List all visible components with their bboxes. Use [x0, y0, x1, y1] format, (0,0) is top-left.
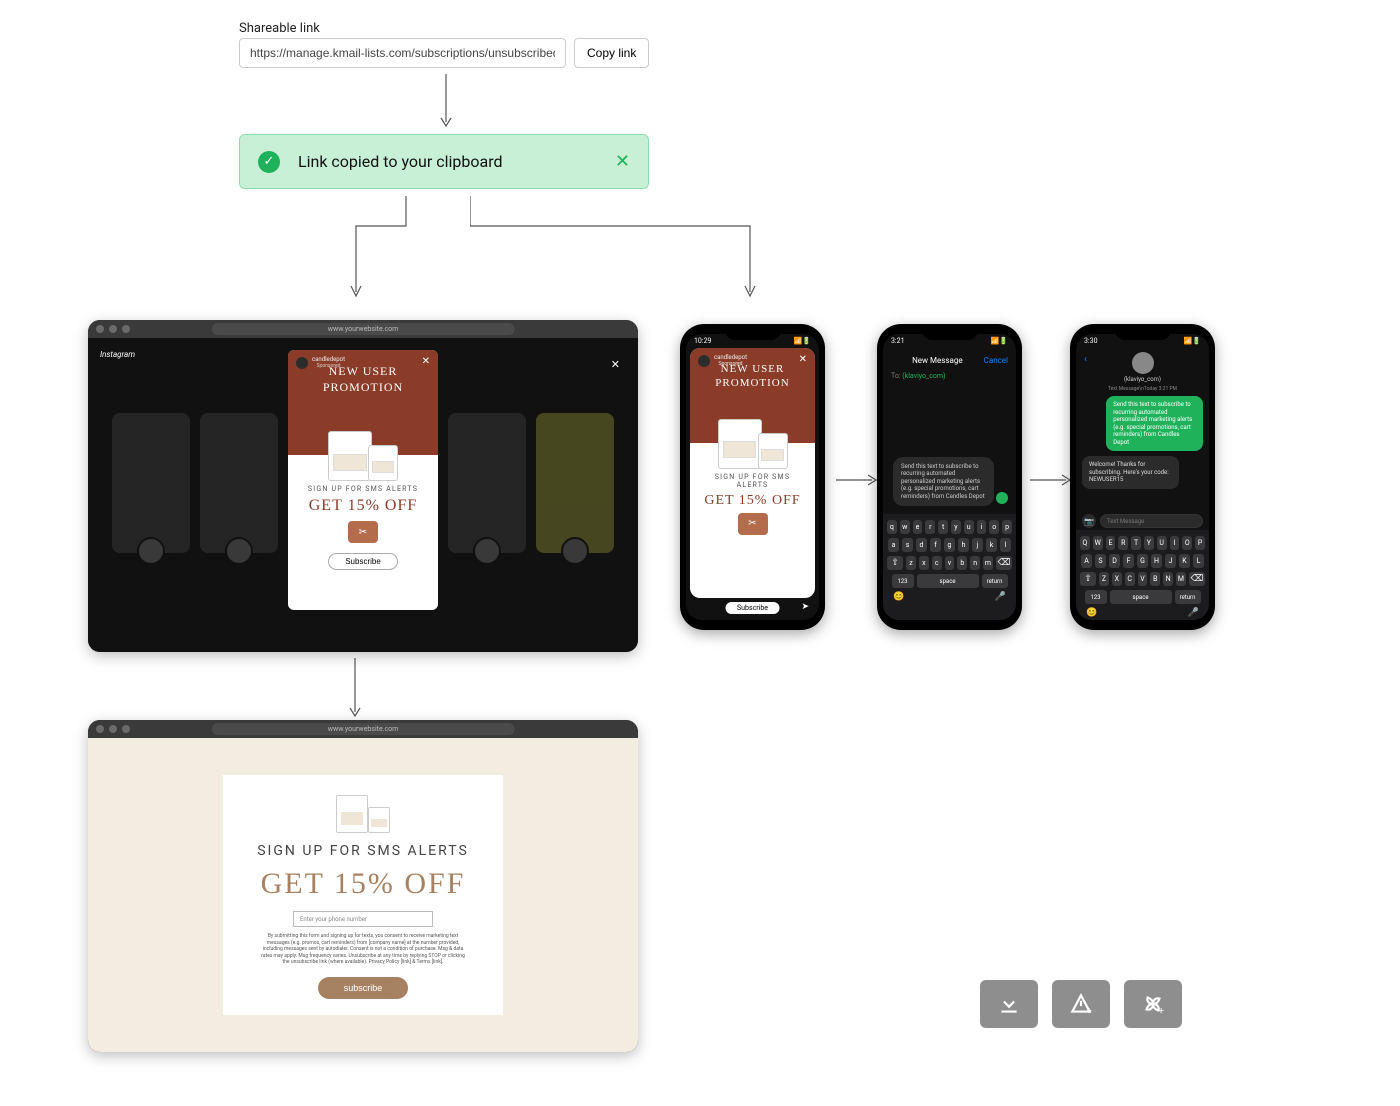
promo-card: candledepotSponsored ✕ NEW USERPROMOTION… [690, 348, 815, 598]
camera-icon[interactable]: 📷 [1082, 514, 1096, 528]
instagram-label: Instagram [100, 350, 135, 359]
story-tile[interactable] [448, 413, 526, 553]
cancel-button[interactable]: Cancel [984, 356, 1008, 365]
arrow-link-to-toast [440, 74, 452, 130]
subscribe-button[interactable]: Subscribe [725, 602, 780, 614]
to-line: To: (klaviyo_com) [891, 372, 945, 380]
svg-text:+: + [1086, 1006, 1092, 1017]
coupon-icon: ✂ [348, 521, 378, 543]
candle-image [336, 793, 390, 833]
close-icon[interactable]: ✕ [799, 354, 807, 365]
brand-row: candledepotSponsored [296, 356, 345, 369]
landing-card: SIGN UP FOR SMS ALERTS GET 15% OFF Enter… [223, 775, 503, 1015]
close-icon[interactable]: ✕ [422, 356, 430, 367]
thread-header: ‹ (klaviyo_com) [1076, 352, 1209, 383]
download-button[interactable] [980, 980, 1038, 1028]
browser-landing: www.yourwebsite.com SIGN UP FOR SMS ALER… [88, 720, 638, 1052]
promo-card: candledepotSponsored ✕ NEW USERPROMOTION… [288, 350, 438, 610]
brand-logo-icon [296, 357, 308, 369]
outgoing-message: Send this text to subscribe to recurring… [1106, 396, 1203, 451]
compose-header: New Message Cancel [883, 352, 1016, 369]
phone-story-view: 10:29 📶🔋 candledepotSponsored ✕ NEW USERP… [680, 324, 825, 630]
story-tile[interactable] [112, 413, 190, 553]
arrow-toast-to-phone1 [470, 196, 760, 302]
toast-message: Link copied to your clipboard [298, 152, 597, 171]
promo-sms-label: SIGN UP FOR SMS ALERTS [296, 485, 430, 493]
promo-discount: GET 15% OFF [296, 497, 430, 515]
send-button[interactable] [996, 492, 1008, 504]
landing-discount: GET 15% OFF [243, 867, 483, 901]
arrow-browser1-to-browser2 [349, 658, 361, 722]
send-icon[interactable]: ➤ [801, 602, 809, 612]
candle-image [328, 425, 398, 481]
subscribe-button[interactable]: subscribe [318, 977, 409, 999]
status-icons: 📶🔋 [794, 337, 811, 345]
svg-text:+: + [1158, 1006, 1164, 1017]
legal-text: By submitting this form and signing up f… [258, 933, 468, 966]
keyboard[interactable]: qwertyuiopasdfghjkl⇧zxcvbnm⌫123spaceretu… [883, 514, 1016, 620]
phone-thread: 3:30📶🔋 ‹ (klaviyo_com) Text Message\nTod… [1070, 324, 1215, 630]
arrow-phone2-to-phone3 [1030, 474, 1074, 486]
message-input[interactable]: Text Message [1100, 514, 1203, 528]
arrow-toast-to-browser1 [286, 196, 486, 302]
browser-instagram: www.yourwebsite.com Instagram ✕ candlede… [88, 320, 638, 652]
avatar [1132, 352, 1154, 374]
thread-timestamp: Text Message\nToday 3:21 PM [1082, 386, 1203, 392]
share-label: Shareable link [239, 21, 320, 36]
check-icon: ✓ [258, 151, 280, 173]
phone-compose: 3:21📶🔋 New Message Cancel To: (klaviyo_c… [877, 324, 1022, 630]
keyboard[interactable]: QWERTYUIOPASDFGHJKL⇧ZXCVBNM⌫123spaceretu… [1076, 530, 1209, 620]
add-pinwheel-button[interactable]: + [1124, 980, 1182, 1028]
incoming-message: Welcome! Thanks for subscribing. Here's … [1082, 456, 1179, 489]
phone-input[interactable]: Enter your phone number [293, 911, 433, 927]
story-tile[interactable] [200, 413, 278, 553]
close-icon[interactable]: ✕ [615, 151, 630, 172]
story-tile[interactable] [536, 413, 614, 553]
back-icon[interactable]: ‹ [1084, 354, 1087, 365]
url-bar: www.yourwebsite.com [212, 323, 515, 335]
compose-text[interactable]: Send this text to subscribe to recurring… [893, 457, 994, 507]
status-time: 10:29 [694, 337, 711, 345]
share-link-input[interactable] [239, 38, 566, 68]
clipboard-toast: ✓ Link copied to your clipboard ✕ [239, 134, 649, 189]
close-icon[interactable]: ✕ [611, 358, 620, 371]
url-bar: www.yourwebsite.com [212, 723, 515, 735]
header-title: New Message [912, 356, 963, 365]
subscribe-button[interactable]: Subscribe [328, 553, 398, 570]
landing-sms-label: SIGN UP FOR SMS ALERTS [243, 843, 483, 859]
copy-link-button[interactable]: Copy link [574, 38, 649, 68]
arrow-phone1-to-phone2 [836, 474, 880, 486]
add-triangle-button[interactable]: + [1052, 980, 1110, 1028]
